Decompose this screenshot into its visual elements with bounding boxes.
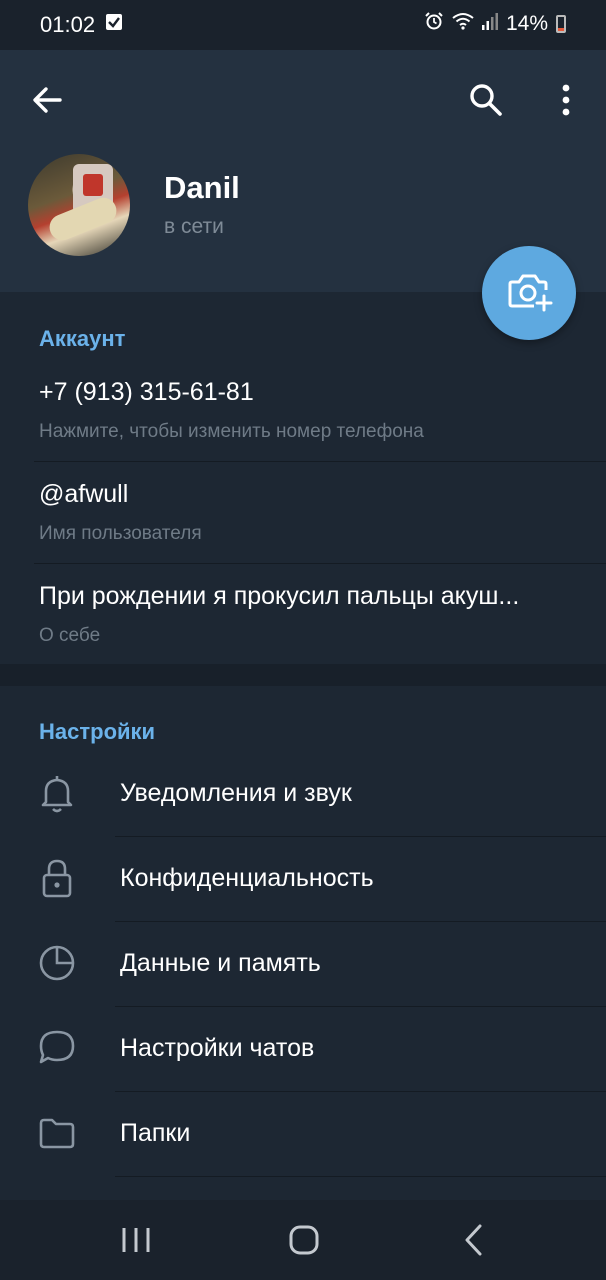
account-row-bio[interactable]: При рождении я прокусил пальцы акуш... О… <box>0 570 606 664</box>
row-divider <box>34 563 606 564</box>
username-value: @afwull <box>39 480 129 508</box>
battery-icon <box>556 15 566 33</box>
settings-item-label: Настройки чатов <box>120 1034 315 1062</box>
profile-name: Danil <box>164 170 240 205</box>
section-divider <box>0 664 606 686</box>
section-title-settings: Настройки <box>39 719 156 744</box>
more-vert-icon[interactable] <box>546 80 586 120</box>
settings-item-chats[interactable]: Настройки чатов <box>0 1007 606 1092</box>
system-nav-bar <box>0 1200 606 1280</box>
settings-item-data[interactable]: Данные и память <box>0 922 606 1007</box>
avatar[interactable] <box>28 154 130 256</box>
row-divider <box>115 1176 606 1177</box>
back-icon[interactable] <box>454 1220 494 1260</box>
bell-icon <box>36 772 78 814</box>
row-divider <box>34 461 606 462</box>
phone-label: Нажмите, чтобы изменить номер телефона <box>39 421 424 442</box>
settings-item-label: Конфиденциальность <box>120 864 374 892</box>
battery-percent: 14% <box>505 12 548 35</box>
status-time: 01:02 <box>40 12 96 37</box>
settings-item-folders[interactable]: Папки <box>0 1092 606 1177</box>
settings-item-privacy[interactable]: Конфиденциальность <box>0 837 606 922</box>
camera-add-icon <box>504 266 554 321</box>
status-right: 14% <box>424 11 566 37</box>
settings-item-label: Данные и память <box>120 949 321 977</box>
back-arrow-icon[interactable] <box>28 80 68 120</box>
alarm-icon <box>424 11 444 37</box>
profile-status: в сети <box>164 215 224 238</box>
pie-chart-icon <box>36 942 78 984</box>
home-icon[interactable] <box>284 1220 324 1260</box>
lock-icon <box>36 857 78 899</box>
search-icon[interactable] <box>466 80 506 120</box>
settings-item-notifications[interactable]: Уведомления и звук <box>0 752 606 837</box>
folder-icon <box>36 1112 78 1154</box>
bio-label: О себе <box>39 625 101 646</box>
settings-item-label: Уведомления и звук <box>120 779 352 807</box>
status-bar: 01:02 14% <box>0 0 606 50</box>
account-row-username[interactable]: @afwull Имя пользователя <box>0 468 606 564</box>
set-photo-button[interactable] <box>482 246 576 340</box>
username-label: Имя пользователя <box>39 523 202 544</box>
signal-icon <box>481 12 498 36</box>
chat-bubble-icon <box>36 1027 78 1069</box>
phone-value: +7 (913) 315-61-81 <box>39 378 254 406</box>
bio-value: При рождении я прокусил пальцы акуш... <box>39 582 520 610</box>
check-icon <box>106 14 122 30</box>
recent-apps-icon[interactable] <box>116 1220 156 1260</box>
settings-item-label: Папки <box>120 1119 191 1147</box>
account-row-phone[interactable]: +7 (913) 315-61-81 Нажмите, чтобы измени… <box>0 366 606 462</box>
section-title-account: Аккаунт <box>39 326 126 351</box>
wifi-icon <box>452 12 474 36</box>
